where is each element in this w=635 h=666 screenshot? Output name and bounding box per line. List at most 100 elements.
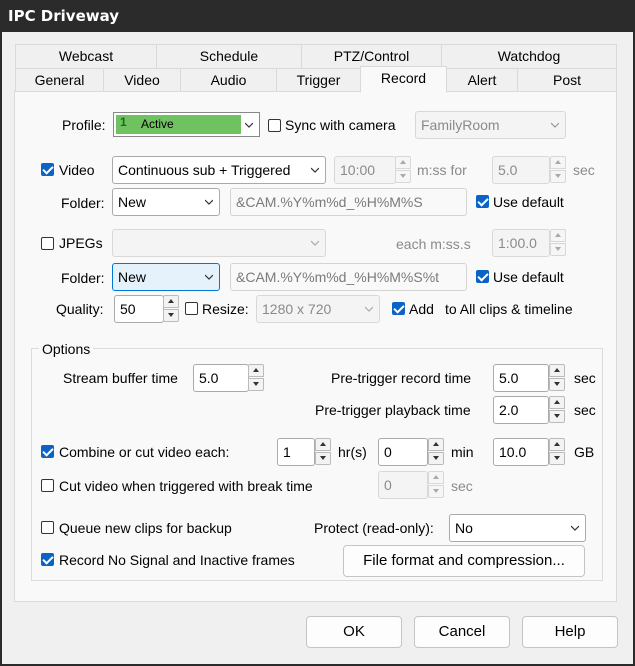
record-no-signal-checkbox[interactable] bbox=[41, 553, 54, 566]
tab-audio[interactable]: Audio bbox=[180, 68, 277, 93]
spin-up-icon[interactable] bbox=[248, 364, 264, 377]
combine-min-input[interactable]: 0 bbox=[378, 438, 428, 466]
help-button[interactable]: Help bbox=[522, 616, 618, 648]
pre-trigger-record-label: Pre-trigger record time bbox=[331, 370, 472, 386]
tab-general[interactable]: General bbox=[15, 68, 104, 93]
spin-up-icon[interactable] bbox=[549, 364, 565, 377]
combine-min-value: 0 bbox=[384, 444, 392, 460]
tab-label: Webcast bbox=[58, 48, 114, 64]
video-checkbox[interactable] bbox=[41, 163, 54, 176]
tab-video[interactable]: Video bbox=[103, 68, 181, 93]
cut-video-checkbox[interactable] bbox=[41, 479, 54, 492]
video-filename-pattern[interactable]: &CAM.%Y%m%d_%H%M%S bbox=[230, 188, 467, 216]
spin-down-icon[interactable] bbox=[550, 170, 566, 183]
video-seconds-unit: sec bbox=[573, 162, 595, 178]
combine-gb-input[interactable]: 10.0 bbox=[493, 438, 549, 466]
file-format-button[interactable]: File format and compression... bbox=[343, 545, 585, 577]
tab-label: Schedule bbox=[199, 48, 259, 64]
cut-break-input[interactable]: 0 bbox=[378, 471, 428, 499]
spin-down-icon[interactable] bbox=[315, 452, 331, 465]
tab-alert[interactable]: Alert bbox=[446, 68, 518, 93]
spin-down-icon[interactable] bbox=[163, 309, 179, 322]
cancel-button[interactable]: Cancel bbox=[414, 616, 510, 648]
spin-down-icon[interactable] bbox=[428, 485, 444, 498]
combine-video-checkbox[interactable] bbox=[41, 445, 54, 458]
tab-schedule[interactable]: Schedule bbox=[156, 44, 302, 69]
pre-trigger-playback-spinner[interactable] bbox=[549, 396, 565, 424]
spin-down-icon[interactable] bbox=[549, 410, 565, 423]
combine-hours-spinner[interactable] bbox=[315, 438, 331, 466]
tab-record[interactable]: Record bbox=[360, 66, 447, 93]
combine-min-spinner[interactable] bbox=[428, 438, 444, 466]
resize-select[interactable]: 1280 x 720 bbox=[256, 295, 380, 323]
min-unit: min bbox=[451, 444, 474, 460]
sync-camera-select[interactable]: FamilyRoom bbox=[415, 111, 566, 139]
spin-down-icon[interactable] bbox=[428, 452, 444, 465]
tab-watchdog[interactable]: Watchdog bbox=[441, 44, 617, 69]
combine-video-label: Combine or cut video each: bbox=[59, 444, 230, 460]
tab-label: Post bbox=[552, 72, 581, 88]
spin-up-icon[interactable] bbox=[549, 438, 565, 451]
quality-value: 50 bbox=[120, 301, 136, 317]
jpegs-checkbox[interactable] bbox=[41, 237, 54, 250]
jpegs-interval-input[interactable]: 1:00.0 bbox=[492, 229, 550, 257]
quality-spinner[interactable] bbox=[163, 295, 179, 323]
tab-label: Trigger bbox=[296, 72, 341, 88]
spin-up-icon[interactable] bbox=[550, 156, 566, 169]
spin-up-icon[interactable] bbox=[395, 156, 411, 169]
spin-up-icon[interactable] bbox=[315, 438, 331, 451]
spin-down-icon[interactable] bbox=[248, 378, 264, 391]
resize-checkbox[interactable] bbox=[185, 302, 198, 315]
video-mode-select[interactable]: Continuous sub + Triggered bbox=[112, 156, 326, 184]
profile-select[interactable]: Active 1 bbox=[113, 112, 260, 137]
options-legend: Options bbox=[39, 341, 94, 357]
stream-buffer-input[interactable]: 5.0 bbox=[193, 364, 249, 392]
pre-trigger-record-value: 5.0 bbox=[499, 370, 519, 386]
gb-unit: GB bbox=[574, 444, 595, 460]
tab-label: Alert bbox=[467, 72, 497, 88]
spin-up-icon[interactable] bbox=[550, 229, 566, 242]
ok-button[interactable]: OK bbox=[306, 616, 402, 648]
tab-post[interactable]: Post bbox=[517, 68, 617, 93]
pre-trigger-record-input[interactable]: 5.0 bbox=[493, 364, 549, 392]
video-use-default-checkbox[interactable] bbox=[476, 195, 489, 208]
spin-up-icon[interactable] bbox=[428, 471, 444, 484]
video-folder-select[interactable]: New bbox=[112, 188, 220, 216]
add-to-timeline-checkbox[interactable] bbox=[392, 302, 405, 315]
video-time-input[interactable]: 10:00 bbox=[334, 156, 396, 184]
jpegs-filename-pattern[interactable]: &CAM.%Y%m%d_%H%M%S%t bbox=[230, 263, 467, 291]
chevron-down-icon bbox=[311, 167, 319, 173]
combine-hours-input[interactable]: 1 bbox=[277, 438, 315, 466]
video-seconds-input[interactable]: 5.0 bbox=[492, 156, 550, 184]
video-mode-value: Continuous sub + Triggered bbox=[118, 162, 291, 178]
stream-buffer-spinner[interactable] bbox=[248, 364, 264, 392]
jpegs-folder-select[interactable]: New bbox=[112, 263, 220, 291]
spin-down-icon[interactable] bbox=[550, 243, 566, 256]
spin-down-icon[interactable] bbox=[549, 378, 565, 391]
jpegs-mode-select[interactable] bbox=[112, 229, 326, 257]
spin-up-icon[interactable] bbox=[549, 396, 565, 409]
spin-up-icon[interactable] bbox=[428, 438, 444, 451]
spin-down-icon[interactable] bbox=[549, 452, 565, 465]
jpegs-pattern-value: &CAM.%Y%m%d_%H%M%S%t bbox=[236, 269, 440, 285]
combine-gb-spinner[interactable] bbox=[549, 438, 565, 466]
tab-label: PTZ/Control bbox=[333, 48, 410, 64]
tab-trigger[interactable]: Trigger bbox=[276, 68, 361, 93]
video-time-spinner[interactable] bbox=[395, 156, 411, 184]
sync-with-camera-checkbox[interactable] bbox=[268, 119, 281, 132]
pre-trigger-record-spinner[interactable] bbox=[549, 364, 565, 392]
tab-label: Audio bbox=[210, 72, 247, 88]
pre-trigger-playback-input[interactable]: 2.0 bbox=[493, 396, 549, 424]
quality-input[interactable]: 50 bbox=[114, 295, 164, 323]
spin-down-icon[interactable] bbox=[395, 170, 411, 183]
protect-select[interactable]: No bbox=[449, 514, 586, 542]
jpegs-use-default-checkbox[interactable] bbox=[476, 270, 489, 283]
tab-webcast[interactable]: Webcast bbox=[15, 44, 157, 69]
spin-up-icon[interactable] bbox=[163, 295, 179, 308]
video-seconds-spinner[interactable] bbox=[550, 156, 566, 184]
video-time-suffix: m:ss for bbox=[417, 162, 467, 178]
queue-backup-checkbox[interactable] bbox=[41, 521, 54, 534]
jpegs-use-default-label: Use default bbox=[493, 269, 564, 285]
cut-break-spinner[interactable] bbox=[428, 471, 444, 499]
jpegs-interval-spinner[interactable] bbox=[550, 229, 566, 257]
